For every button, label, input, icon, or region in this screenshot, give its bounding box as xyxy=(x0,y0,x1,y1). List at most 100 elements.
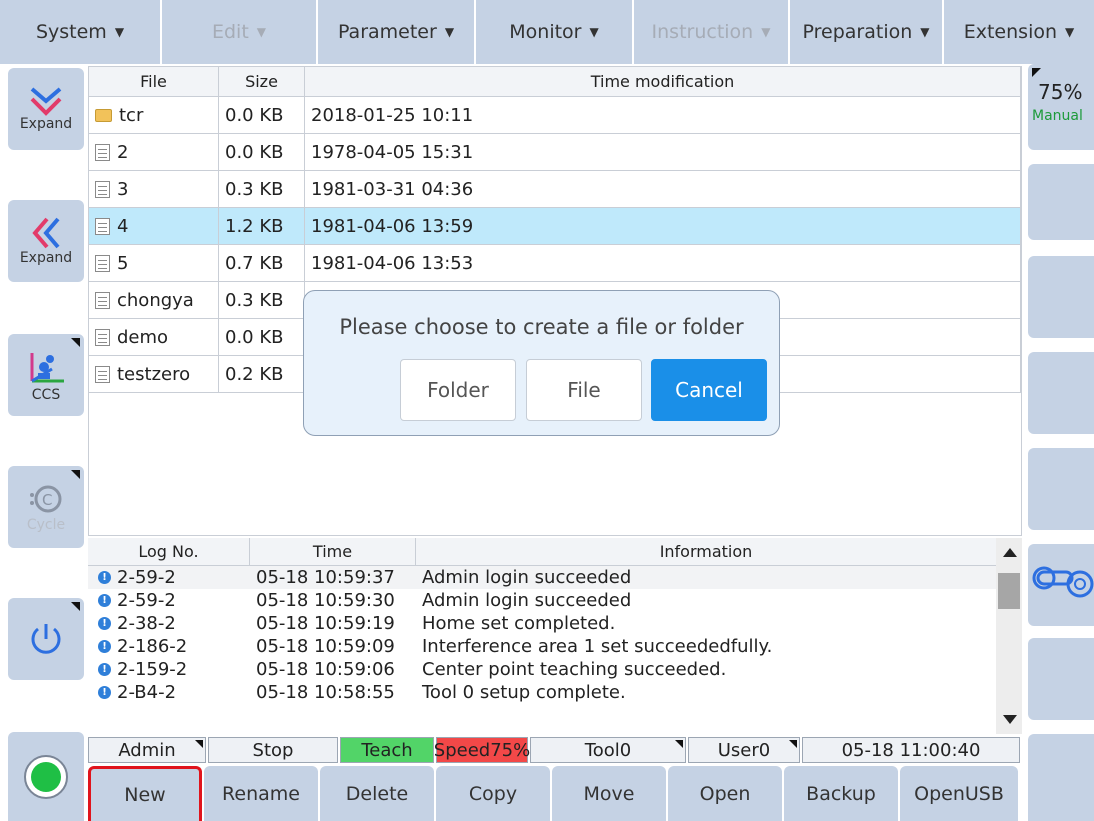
expand-label: Expand xyxy=(19,250,73,266)
file-row[interactable]: tcr 0.0 KB 2018-01-25 10:11 xyxy=(89,97,1021,134)
speed-value: Speed75% xyxy=(433,739,531,761)
log-info: Tool 0 setup complete. xyxy=(422,682,626,703)
scroll-down-icon[interactable] xyxy=(1003,715,1017,724)
log-row[interactable]: ! 2-186-2 05-18 10:59:09 Interference are… xyxy=(88,635,996,658)
log-row[interactable]: ! 2-159-2 05-18 10:59:06 Center point tea… xyxy=(88,658,996,681)
menu-label: Extension xyxy=(963,21,1058,43)
log-no: 2-186-2 xyxy=(117,636,188,657)
file-size: 0.2 KB xyxy=(219,356,305,392)
status-tool[interactable]: Tool0 xyxy=(530,737,686,763)
menu-extension[interactable]: Extension ▼ xyxy=(944,0,1094,64)
status-user[interactable]: Admin xyxy=(88,737,206,763)
coord-label: CCS xyxy=(31,387,61,403)
file-name: 2 xyxy=(117,141,129,163)
right-rail-button-2[interactable] xyxy=(1028,164,1094,240)
cycle-button[interactable]: C Cycle xyxy=(8,466,84,548)
copy-button[interactable]: Copy xyxy=(436,766,550,821)
log-row[interactable]: ! 2-38-2 05-18 10:59:19 Home set complete… xyxy=(88,612,996,635)
open-usb-button[interactable]: OpenUSB xyxy=(900,766,1018,821)
log-time: 05-18 10:59:37 xyxy=(256,567,395,588)
right-rail-button-8[interactable] xyxy=(1028,734,1094,821)
log-row[interactable]: ! 2-59-2 05-18 10:59:37 Admin login succe… xyxy=(88,566,996,589)
status-mode: Teach xyxy=(340,737,434,763)
status-run-state: Stop xyxy=(208,737,338,763)
scroll-up-icon[interactable] xyxy=(1003,548,1017,557)
log-row[interactable]: ! 2-59-2 05-18 10:59:30 Admin login succe… xyxy=(88,589,996,612)
file-row[interactable]: 2 0.0 KB 1978-04-05 15:31 xyxy=(89,134,1021,171)
file-button[interactable]: File xyxy=(526,359,642,421)
document-icon xyxy=(95,365,110,383)
create-choice-dialog: Please choose to create a file or folder… xyxy=(303,290,780,436)
robot-coordinate-icon xyxy=(30,353,64,383)
new-button[interactable]: New xyxy=(88,766,202,821)
caret-down-icon: ▼ xyxy=(1065,25,1075,39)
file-row-selected[interactable]: 4 1.2 KB 1981-04-06 13:59 xyxy=(89,208,1021,245)
status-user-coord[interactable]: User0 xyxy=(688,737,800,763)
coordinate-system-button[interactable]: CCS xyxy=(8,334,84,416)
tool-value: Tool0 xyxy=(584,739,632,761)
document-icon xyxy=(95,180,110,198)
caret-down-icon: ▼ xyxy=(920,25,930,39)
menu-edit[interactable]: Edit ▼ xyxy=(162,0,318,64)
status-light-button[interactable] xyxy=(8,732,84,821)
log-time: 05-18 10:59:30 xyxy=(256,590,395,611)
open-button[interactable]: Open xyxy=(668,766,782,821)
log-info: Home set completed. xyxy=(422,613,616,634)
right-rail-button-5[interactable] xyxy=(1028,448,1094,530)
log-info: Admin login succeeded xyxy=(422,567,632,588)
status-datetime: 05-18 11:00:40 xyxy=(802,737,1020,763)
menu-label: Monitor xyxy=(509,21,582,43)
right-rail-button-4[interactable] xyxy=(1028,352,1094,434)
svg-text:C: C xyxy=(42,491,52,509)
power-button[interactable] xyxy=(8,598,84,680)
right-rail: 75% Manual xyxy=(1024,64,1094,821)
robot-arm-icon xyxy=(1032,566,1094,598)
menu-label: Preparation xyxy=(802,21,913,43)
cancel-button[interactable]: Cancel xyxy=(651,359,767,421)
top-menu-bar: System ▼ Edit ▼ Parameter ▼ Monitor ▼ Instru… xyxy=(0,0,1094,64)
header-log-no: Log No. xyxy=(88,538,250,565)
folder-button[interactable]: Folder xyxy=(400,359,516,421)
menu-parameter[interactable]: Parameter ▼ xyxy=(318,0,476,64)
log-row[interactable]: ! 2-B4-2 05-18 10:58:55 Tool 0 setup comp… xyxy=(88,681,996,704)
caret-down-icon: ▼ xyxy=(444,25,455,39)
expand-left-button[interactable]: Expand xyxy=(8,200,84,282)
log-info: Center point teaching succeeded. xyxy=(422,659,727,680)
state-value: Stop xyxy=(252,739,294,761)
menu-instruction[interactable]: Instruction ▼ xyxy=(634,0,790,64)
header-size[interactable]: Size xyxy=(219,67,305,96)
robot-view-button[interactable] xyxy=(1028,544,1094,626)
menu-preparation[interactable]: Preparation ▼ xyxy=(790,0,944,64)
info-icon: ! xyxy=(98,663,111,676)
menu-system[interactable]: System ▼ xyxy=(0,0,162,64)
dropdown-corner-icon xyxy=(71,602,80,611)
log-scrollbar[interactable] xyxy=(996,538,1022,734)
log-info: Admin login succeeded xyxy=(422,590,632,611)
file-row[interactable]: 3 0.3 KB 1981-03-31 04:36 xyxy=(89,171,1021,208)
right-rail-button-7[interactable] xyxy=(1028,638,1094,720)
header-file[interactable]: File xyxy=(89,67,219,96)
log-no: 2-59-2 xyxy=(117,590,176,611)
document-icon xyxy=(95,291,110,309)
log-time: 05-18 10:58:55 xyxy=(256,682,395,703)
speed-mode-button[interactable]: 75% Manual xyxy=(1028,64,1094,150)
expand-down-button[interactable]: Expand xyxy=(8,68,84,150)
move-button[interactable]: Move xyxy=(552,766,666,821)
folder-icon xyxy=(95,108,112,122)
caret-down-icon: ▼ xyxy=(589,25,599,39)
menu-monitor[interactable]: Monitor ▼ xyxy=(476,0,634,64)
header-time-modification[interactable]: Time modification xyxy=(305,67,1021,96)
user-value: Admin xyxy=(118,739,176,761)
file-row[interactable]: 5 0.7 KB 1981-04-06 13:53 xyxy=(89,245,1021,282)
status-bar: Admin Stop Teach Speed75% Tool0 User0 05… xyxy=(88,737,1022,763)
info-icon: ! xyxy=(98,571,111,584)
delete-button[interactable]: Delete xyxy=(320,766,434,821)
file-name: chongya xyxy=(117,289,194,311)
file-time: 1981-03-31 04:36 xyxy=(305,171,1021,207)
backup-button[interactable]: Backup xyxy=(784,766,898,821)
log-no: 2-59-2 xyxy=(117,567,176,588)
right-rail-button-3[interactable] xyxy=(1028,256,1094,338)
rename-button[interactable]: Rename xyxy=(204,766,318,821)
header-information: Information xyxy=(659,542,753,561)
scrollbar-thumb[interactable] xyxy=(998,573,1020,609)
